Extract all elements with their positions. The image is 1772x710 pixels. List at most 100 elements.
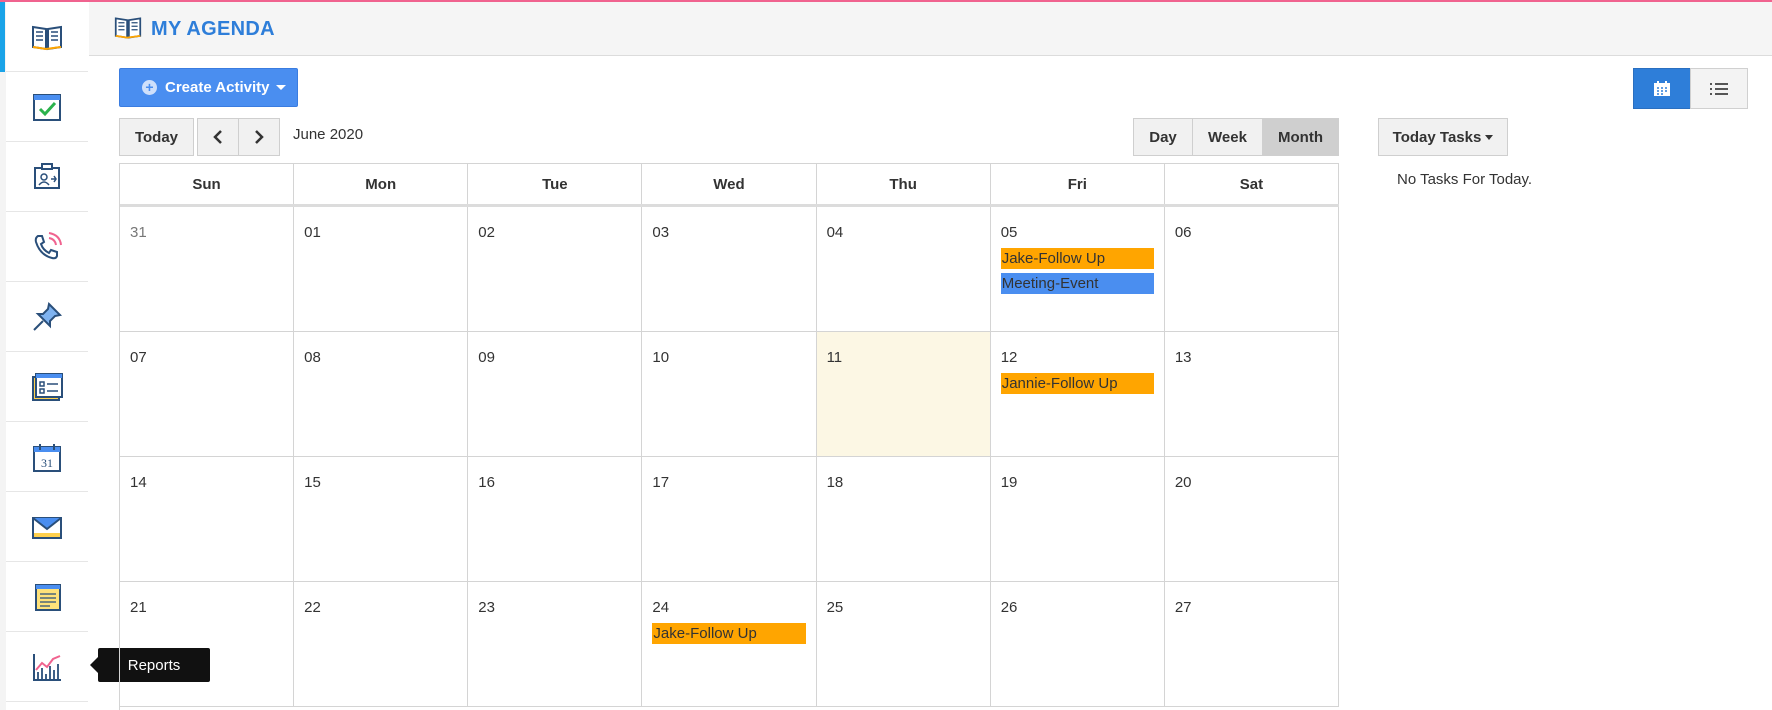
calendar-day-cell[interactable]: 02 bbox=[468, 207, 643, 331]
sidebar: 31 bbox=[0, 2, 88, 710]
day-number: 05 bbox=[1000, 224, 1018, 241]
sidebar-item-forms[interactable] bbox=[6, 352, 88, 422]
day-number: 01 bbox=[304, 224, 321, 241]
calendar-day-cell[interactable]: 27 bbox=[1165, 582, 1339, 706]
calendar-day-cell[interactable]: 14 bbox=[120, 457, 295, 581]
calendar-day-cell[interactable]: 03 bbox=[642, 207, 817, 331]
calendar-grid-icon bbox=[1654, 80, 1670, 96]
calendar-day-cell[interactable]: 20 bbox=[1165, 457, 1339, 581]
day-view-button[interactable]: Day bbox=[1133, 118, 1193, 156]
sidebar-item-agenda[interactable] bbox=[0, 2, 88, 72]
day-number: 15 bbox=[304, 474, 321, 491]
calendar-day-cell[interactable]: 07 bbox=[120, 332, 295, 456]
day-number: 11 bbox=[826, 349, 843, 366]
day-number: 06 bbox=[1174, 224, 1192, 241]
calendar-body: 31 01 02 03 04 05 Jake-Follow Up Meeting-Event 0… bbox=[120, 207, 1339, 707]
sidebar-item-tasks[interactable] bbox=[6, 72, 88, 142]
today-tasks-label: Today Tasks bbox=[1392, 128, 1482, 146]
calendar-day-cell[interactable]: 11 bbox=[816, 332, 991, 456]
list-icon bbox=[1710, 82, 1728, 95]
day-number: 02 bbox=[478, 224, 495, 241]
month-view-button[interactable]: Month bbox=[1262, 118, 1339, 156]
day-number: 31 bbox=[130, 224, 147, 241]
calendar-week-row: 31 01 02 03 04 05 Jake-Follow Up Meeting-Event 0… bbox=[120, 207, 1339, 332]
calendar-day-cell[interactable]: 13 bbox=[1165, 332, 1339, 456]
phone-icon bbox=[34, 231, 62, 259]
no-tasks-message: No Tasks For Today. bbox=[1397, 171, 1533, 188]
calendar-day-cell[interactable]: 16 bbox=[468, 457, 643, 581]
calendar-day-cell[interactable]: 21 bbox=[120, 582, 295, 706]
calendar-day-cell[interactable]: 04 bbox=[817, 207, 991, 331]
sidebar-item-calendar[interactable]: 31 bbox=[6, 422, 88, 492]
sidebar-nav: 31 bbox=[0, 2, 88, 710]
day-number: 20 bbox=[1174, 474, 1192, 491]
day-number: 16 bbox=[478, 474, 495, 491]
day-number: 09 bbox=[478, 349, 495, 366]
calendar-day-cell[interactable]: 17 bbox=[642, 457, 817, 581]
calendar-day-cell[interactable]: 06 bbox=[1165, 207, 1339, 331]
calendar-day-cell[interactable]: 22 bbox=[294, 582, 469, 706]
calendar-day-cell[interactable]: 05 Jake-Follow Up Meeting-Event bbox=[991, 207, 1165, 331]
calendar-day-cell[interactable]: 08 bbox=[294, 332, 469, 456]
prev-month-button[interactable] bbox=[197, 118, 239, 156]
next-month-button[interactable] bbox=[238, 118, 280, 156]
sidebar-item-calls[interactable] bbox=[6, 212, 88, 282]
day-number: 21 bbox=[130, 599, 147, 616]
create-activity-label: Create Activity bbox=[165, 79, 270, 96]
calendar-day-cell[interactable]: 26 bbox=[991, 582, 1165, 706]
day-number: 25 bbox=[826, 599, 844, 616]
form-list-icon bbox=[32, 372, 63, 401]
calendar-week-row: 21 22 23 24 Jake-Follow Up 25 26 27 bbox=[120, 582, 1339, 707]
sidebar-item-notes[interactable] bbox=[6, 562, 88, 632]
calendar-event[interactable]: Meeting-Event bbox=[1000, 273, 1154, 294]
calendar-week-row: 07 08 09 10 11 12 Jannie-Follow Up 13 bbox=[120, 332, 1339, 457]
day-number: 26 bbox=[1000, 599, 1018, 616]
calendar-event[interactable]: Jake-Follow Up bbox=[1000, 248, 1154, 269]
calendar-event[interactable]: Jake-Follow Up bbox=[652, 623, 806, 644]
day-number: 03 bbox=[652, 224, 670, 241]
sidebar-item-pins[interactable] bbox=[6, 282, 88, 352]
calendar-day-cell[interactable]: 25 bbox=[817, 582, 991, 706]
chevron-right-icon bbox=[255, 130, 264, 144]
weekday-header: Wed bbox=[642, 164, 817, 204]
caret-down-icon bbox=[275, 85, 286, 90]
calendar-view-toggle[interactable] bbox=[1633, 68, 1691, 109]
day-number: 07 bbox=[130, 349, 147, 366]
contact-card-icon bbox=[34, 162, 60, 189]
weekday-header: Mon bbox=[294, 164, 469, 204]
day-number: 24 bbox=[652, 599, 670, 616]
calendar-day-cell[interactable]: 15 bbox=[294, 457, 469, 581]
week-view-button[interactable]: Week bbox=[1192, 118, 1263, 156]
note-icon bbox=[35, 583, 61, 611]
calendar-day-cell[interactable]: 31 bbox=[120, 207, 295, 331]
calendar-day-cell[interactable]: 09 bbox=[468, 332, 643, 456]
calendar-day-cell[interactable]: 18 bbox=[817, 457, 991, 581]
weekday-header: Tue bbox=[468, 164, 643, 204]
day-number: 13 bbox=[1174, 349, 1192, 366]
day-number: 27 bbox=[1174, 599, 1192, 616]
envelope-icon bbox=[32, 516, 62, 539]
caret-down-icon bbox=[1485, 134, 1494, 140]
today-tasks-dropdown[interactable]: Today Tasks bbox=[1378, 118, 1508, 156]
calendar-day-cell[interactable]: 24 Jake-Follow Up bbox=[642, 582, 817, 706]
day-number: 22 bbox=[304, 599, 321, 616]
calendar-day-cell[interactable]: 01 bbox=[294, 207, 469, 331]
plus-circle-icon: + bbox=[142, 80, 157, 95]
calendar-day-cell[interactable]: 10 bbox=[642, 332, 817, 456]
svg-text:31: 31 bbox=[41, 456, 53, 470]
create-activity-button[interactable]: + Create Activity bbox=[119, 68, 298, 107]
today-button[interactable]: Today bbox=[119, 118, 194, 156]
calendar-day-cell[interactable]: 23 bbox=[468, 582, 643, 706]
current-month-label: June 2020 bbox=[293, 126, 364, 143]
calendar-day-cell[interactable]: 12 Jannie-Follow Up bbox=[991, 332, 1165, 456]
book-icon bbox=[114, 17, 142, 39]
day-number: 10 bbox=[652, 349, 670, 366]
sidebar-item-email[interactable] bbox=[6, 492, 88, 562]
weekday-header: Thu bbox=[817, 164, 991, 204]
calendar-week-row: 14 15 16 17 18 19 20 bbox=[120, 457, 1339, 582]
list-view-toggle[interactable] bbox=[1690, 68, 1748, 109]
calendar-day-cell[interactable]: 19 bbox=[991, 457, 1165, 581]
sidebar-item-contacts[interactable] bbox=[6, 142, 88, 212]
sidebar-item-reports[interactable] bbox=[6, 632, 88, 702]
calendar-event[interactable]: Jannie-Follow Up bbox=[1000, 373, 1154, 394]
